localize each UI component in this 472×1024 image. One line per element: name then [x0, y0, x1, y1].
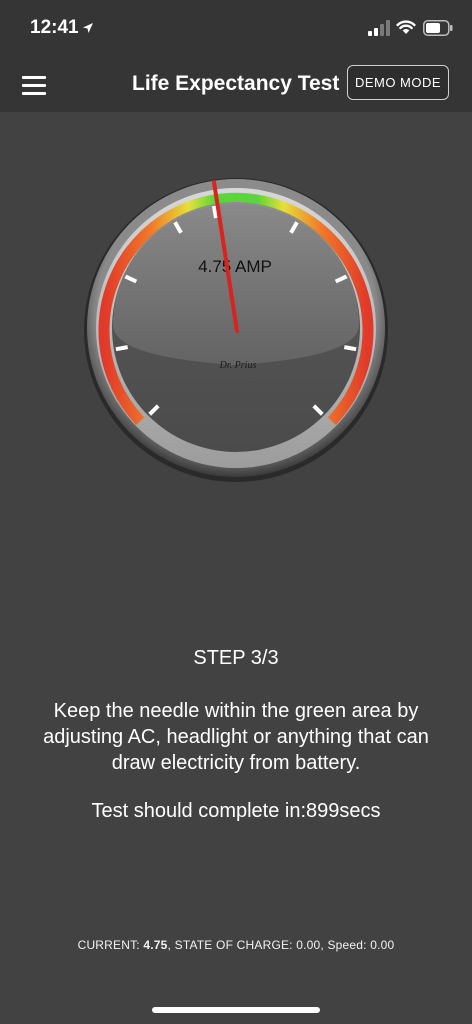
demo-mode-button[interactable]: DEMO MODE — [347, 65, 449, 100]
step-label: STEP 3/3 — [193, 647, 279, 669]
gauge-tick — [115, 345, 129, 352]
gauge-tick — [212, 205, 218, 219]
gauge-reading: 4.75 AMP — [198, 257, 272, 276]
status-time: 12:41 — [30, 17, 79, 38]
location-arrow-icon — [83, 23, 93, 33]
telemetry-readout: CURRENT: 4.75, STATE OF CHARGE: 0.00, Sp… — [0, 938, 472, 952]
home-indicator[interactable] — [152, 1007, 320, 1013]
hamburger-icon[interactable] — [22, 72, 50, 98]
signal-icon — [368, 20, 390, 36]
wifi-icon — [396, 20, 416, 34]
gauge-brand-label: Dr. Prius — [219, 360, 257, 371]
countdown-text: Test should complete in:899secs — [91, 800, 381, 822]
gauge-dial: 4.75 AMP Dr. Prius — [84, 178, 388, 482]
nav-bar: Life Expectancy Test DEMO MODE — [0, 60, 472, 112]
instruction-text: Keep the needle within the green area by… — [43, 700, 429, 774]
readout-rest: , STATE OF CHARGE: 0.00, Speed: 0.00 — [167, 938, 395, 952]
readout-current-value: 4.75 — [143, 938, 168, 952]
app-screen: 12:41 Life Expectancy Test DEMO MODE 4.7… — [0, 0, 472, 1024]
gauge-tick — [343, 345, 357, 352]
page-title: Life Expectancy Test — [132, 72, 340, 95]
battery-icon — [423, 20, 453, 36]
ammeter-gauge: 4.75 AMP Dr. Prius — [83, 177, 389, 483]
readout-current-label: CURRENT: — [77, 938, 144, 952]
status-bar: 12:41 — [0, 0, 472, 60]
